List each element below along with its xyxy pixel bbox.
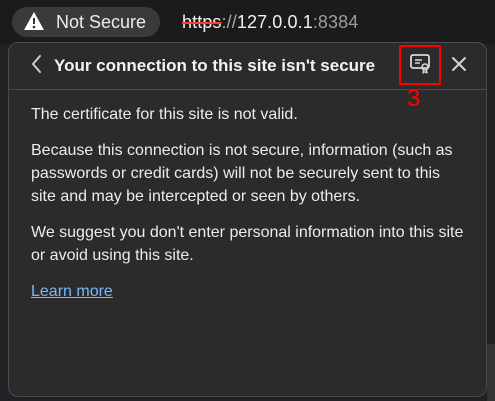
- url-separator: ://: [221, 12, 237, 32]
- url-host: 127.0.0.1: [236, 12, 313, 32]
- browser-security-popup-screen: Not Secure https://127.0.0.1:8384 Your c…: [0, 0, 495, 401]
- url-port: :8384: [312, 12, 359, 32]
- learn-more-link[interactable]: Learn more: [31, 280, 113, 303]
- right-edge-shadow: [487, 344, 495, 401]
- not-secure-label: Not Secure: [56, 12, 147, 32]
- popup-body: The certificate for this site is not val…: [31, 103, 466, 303]
- close-button[interactable]: [447, 54, 471, 78]
- certificate-icon: [409, 52, 431, 79]
- security-popup: Your connection to this site isn't secur…: [8, 42, 487, 397]
- paragraph-suggestion: We suggest you don't enter personal info…: [31, 224, 464, 264]
- paragraph-connection-not-secure: Because this connection is not secure, i…: [31, 142, 453, 205]
- back-button[interactable]: [27, 53, 47, 79]
- chevron-left-icon: [30, 53, 44, 80]
- certificate-button[interactable]: [399, 45, 441, 85]
- not-secure-chip[interactable]: Not Secure: [12, 7, 161, 37]
- popup-header: Your connection to this site isn't secur…: [9, 43, 486, 90]
- address-bar: Not Secure https://127.0.0.1:8384: [0, 0, 495, 44]
- close-icon: [450, 55, 468, 78]
- popup-title: Your connection to this site isn't secur…: [54, 56, 376, 75]
- url-scheme: https: [182, 12, 222, 32]
- warning-icon: [22, 10, 46, 34]
- url-text[interactable]: https://127.0.0.1:8384: [182, 8, 358, 36]
- paragraph-certificate-invalid: The certificate for this site is not val…: [31, 106, 298, 123]
